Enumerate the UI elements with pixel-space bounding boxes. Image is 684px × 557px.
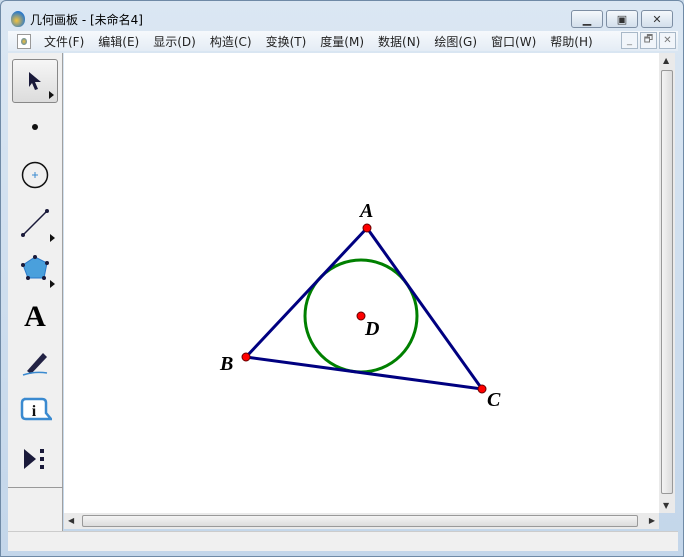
- toolbox: A i: [8, 53, 63, 531]
- menu-data[interactable]: 数据(N): [371, 33, 427, 50]
- doc-close-button[interactable]: ✕: [659, 32, 676, 49]
- menu-help[interactable]: 帮助(H): [543, 33, 599, 50]
- menu-edit[interactable]: 编辑(E): [91, 33, 146, 50]
- menu-window[interactable]: 窗口(W): [484, 33, 543, 50]
- information-tool[interactable]: i: [12, 389, 58, 433]
- doc-restore-button[interactable]: 🗗: [640, 32, 657, 49]
- title-bar: 几何画板 - [未命名4]: [11, 10, 143, 28]
- menu-file[interactable]: 文件(F): [37, 33, 91, 50]
- point-icon: [32, 124, 38, 130]
- marker-icon: [22, 353, 48, 376]
- custom-tools-icon: [24, 449, 44, 469]
- app-logo-icon: [11, 11, 25, 27]
- label-c[interactable]: C: [487, 389, 501, 411]
- menu-bar: 文件(F) 编辑(E) 显示(D) 构造(C) 变换(T) 度量(M) 数据(N…: [8, 31, 678, 51]
- polygon-tool[interactable]: [12, 247, 58, 291]
- menu-construct[interactable]: 构造(C): [203, 33, 259, 50]
- arrow-icon: [29, 72, 41, 90]
- label-d[interactable]: D: [364, 318, 379, 340]
- point-c[interactable]: [477, 384, 487, 394]
- label-b[interactable]: B: [219, 353, 233, 375]
- label-a[interactable]: A: [358, 200, 373, 222]
- window-title: 几何画板 - [未命名4]: [30, 12, 143, 27]
- arrow-tool[interactable]: [12, 59, 58, 103]
- maximize-button[interactable]: ▣: [606, 10, 638, 28]
- horizontal-scroll-thumb[interactable]: [82, 515, 638, 527]
- straightedge-tool[interactable]: [12, 201, 58, 245]
- segment-icon: [21, 209, 49, 237]
- menu-transform[interactable]: 变换(T): [259, 33, 314, 50]
- segment-bc[interactable]: [245, 355, 483, 391]
- point-d[interactable]: [356, 311, 366, 321]
- vertical-scrollbar[interactable]: ▲ ▼: [659, 53, 675, 513]
- svg-text:i: i: [32, 403, 37, 420]
- sketch-svg: A B C D: [219, 200, 501, 411]
- close-button[interactable]: ✕: [641, 10, 673, 28]
- custom-tool[interactable]: [12, 437, 58, 481]
- scroll-right-icon[interactable]: ▶: [649, 516, 655, 525]
- point-a[interactable]: [362, 223, 372, 233]
- app-window: 几何画板 - [未命名4] ▁ ▣ ✕ 文件(F) 编辑(E) 显示(D) 构造…: [0, 0, 684, 557]
- menu-graph[interactable]: 绘图(G): [427, 33, 484, 50]
- text-tool[interactable]: A: [12, 295, 58, 339]
- minimize-button[interactable]: ▁: [571, 10, 603, 28]
- horizontal-scrollbar[interactable]: ◀ ▶: [64, 513, 659, 529]
- menu-measure[interactable]: 度量(M): [313, 33, 371, 50]
- polygon-icon: [21, 255, 49, 280]
- circle-icon: [21, 161, 49, 189]
- compass-tool[interactable]: [12, 153, 58, 197]
- scroll-up-icon[interactable]: ▲: [663, 56, 669, 65]
- info-icon: i: [20, 397, 52, 421]
- marker-tool[interactable]: [12, 341, 58, 385]
- menu-display[interactable]: 显示(D): [146, 33, 203, 50]
- vertical-scroll-thumb[interactable]: [661, 70, 673, 494]
- status-bar: [8, 531, 678, 551]
- doc-minimize-button[interactable]: _: [621, 32, 638, 49]
- text-a-icon: A: [24, 300, 46, 333]
- segment-ca[interactable]: [365, 227, 484, 390]
- point-tool[interactable]: [12, 105, 58, 149]
- scroll-left-icon[interactable]: ◀: [68, 516, 74, 525]
- document-icon[interactable]: [17, 33, 31, 49]
- toolbox-divider: [8, 487, 63, 488]
- scroll-down-icon[interactable]: ▼: [663, 501, 669, 510]
- segment-ab[interactable]: [244, 226, 369, 359]
- sketch-canvas[interactable]: A B C D: [64, 53, 659, 513]
- point-b[interactable]: [241, 352, 251, 362]
